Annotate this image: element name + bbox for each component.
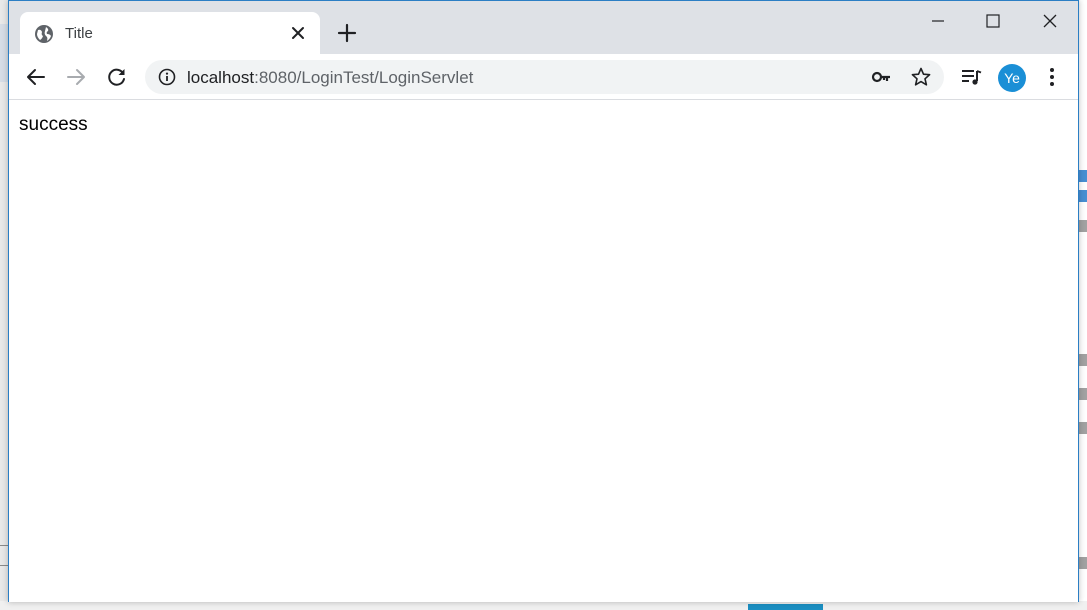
url-text[interactable]: localhost:8080/LoginTest/LoginServlet [187, 68, 473, 88]
maximize-icon[interactable] [981, 9, 1005, 33]
background-text-fragment [1078, 170, 1087, 182]
page-content: success [9, 101, 1078, 602]
page-body-text: success [19, 114, 88, 135]
background-text-fragment [1078, 557, 1087, 569]
plus-icon[interactable] [337, 23, 357, 43]
key-icon[interactable] [871, 67, 891, 87]
reload-icon[interactable] [106, 66, 128, 88]
url-host: localhost [187, 68, 255, 87]
minimize-icon[interactable] [926, 9, 950, 33]
media-queue-icon[interactable] [960, 66, 982, 88]
tab-active[interactable]: Title [20, 12, 320, 54]
more-vert-icon[interactable] [1042, 66, 1062, 88]
background-text-fragment [1078, 190, 1087, 202]
background-text-fragment [1078, 354, 1087, 366]
background-text-fragment [1078, 388, 1087, 400]
globe-icon [34, 24, 54, 44]
browser-window: Title localhost:8080/LoginTest/LoginServ… [8, 0, 1079, 602]
background-text-fragment [1078, 422, 1087, 434]
profile-avatar[interactable]: Ye [998, 64, 1026, 92]
background-window-bottom [0, 601, 1087, 610]
background-button [748, 604, 823, 610]
window-close-icon[interactable] [1038, 9, 1062, 33]
tab-strip: Title [9, 1, 1078, 54]
star-icon[interactable] [911, 67, 931, 87]
background-text-fragment [1078, 220, 1087, 232]
url-path: :8080/LoginTest/LoginServlet [254, 68, 474, 87]
address-bar[interactable]: localhost:8080/LoginTest/LoginServlet [145, 60, 944, 94]
background-window-right [1078, 0, 1087, 610]
close-icon[interactable] [290, 25, 306, 41]
browser-toolbar: localhost:8080/LoginTest/LoginServlet Ye [9, 54, 1078, 100]
tab-title: Title [65, 25, 93, 42]
info-icon[interactable] [158, 68, 176, 86]
forward-arrow-icon[interactable] [65, 66, 87, 88]
back-arrow-icon[interactable] [25, 66, 47, 88]
